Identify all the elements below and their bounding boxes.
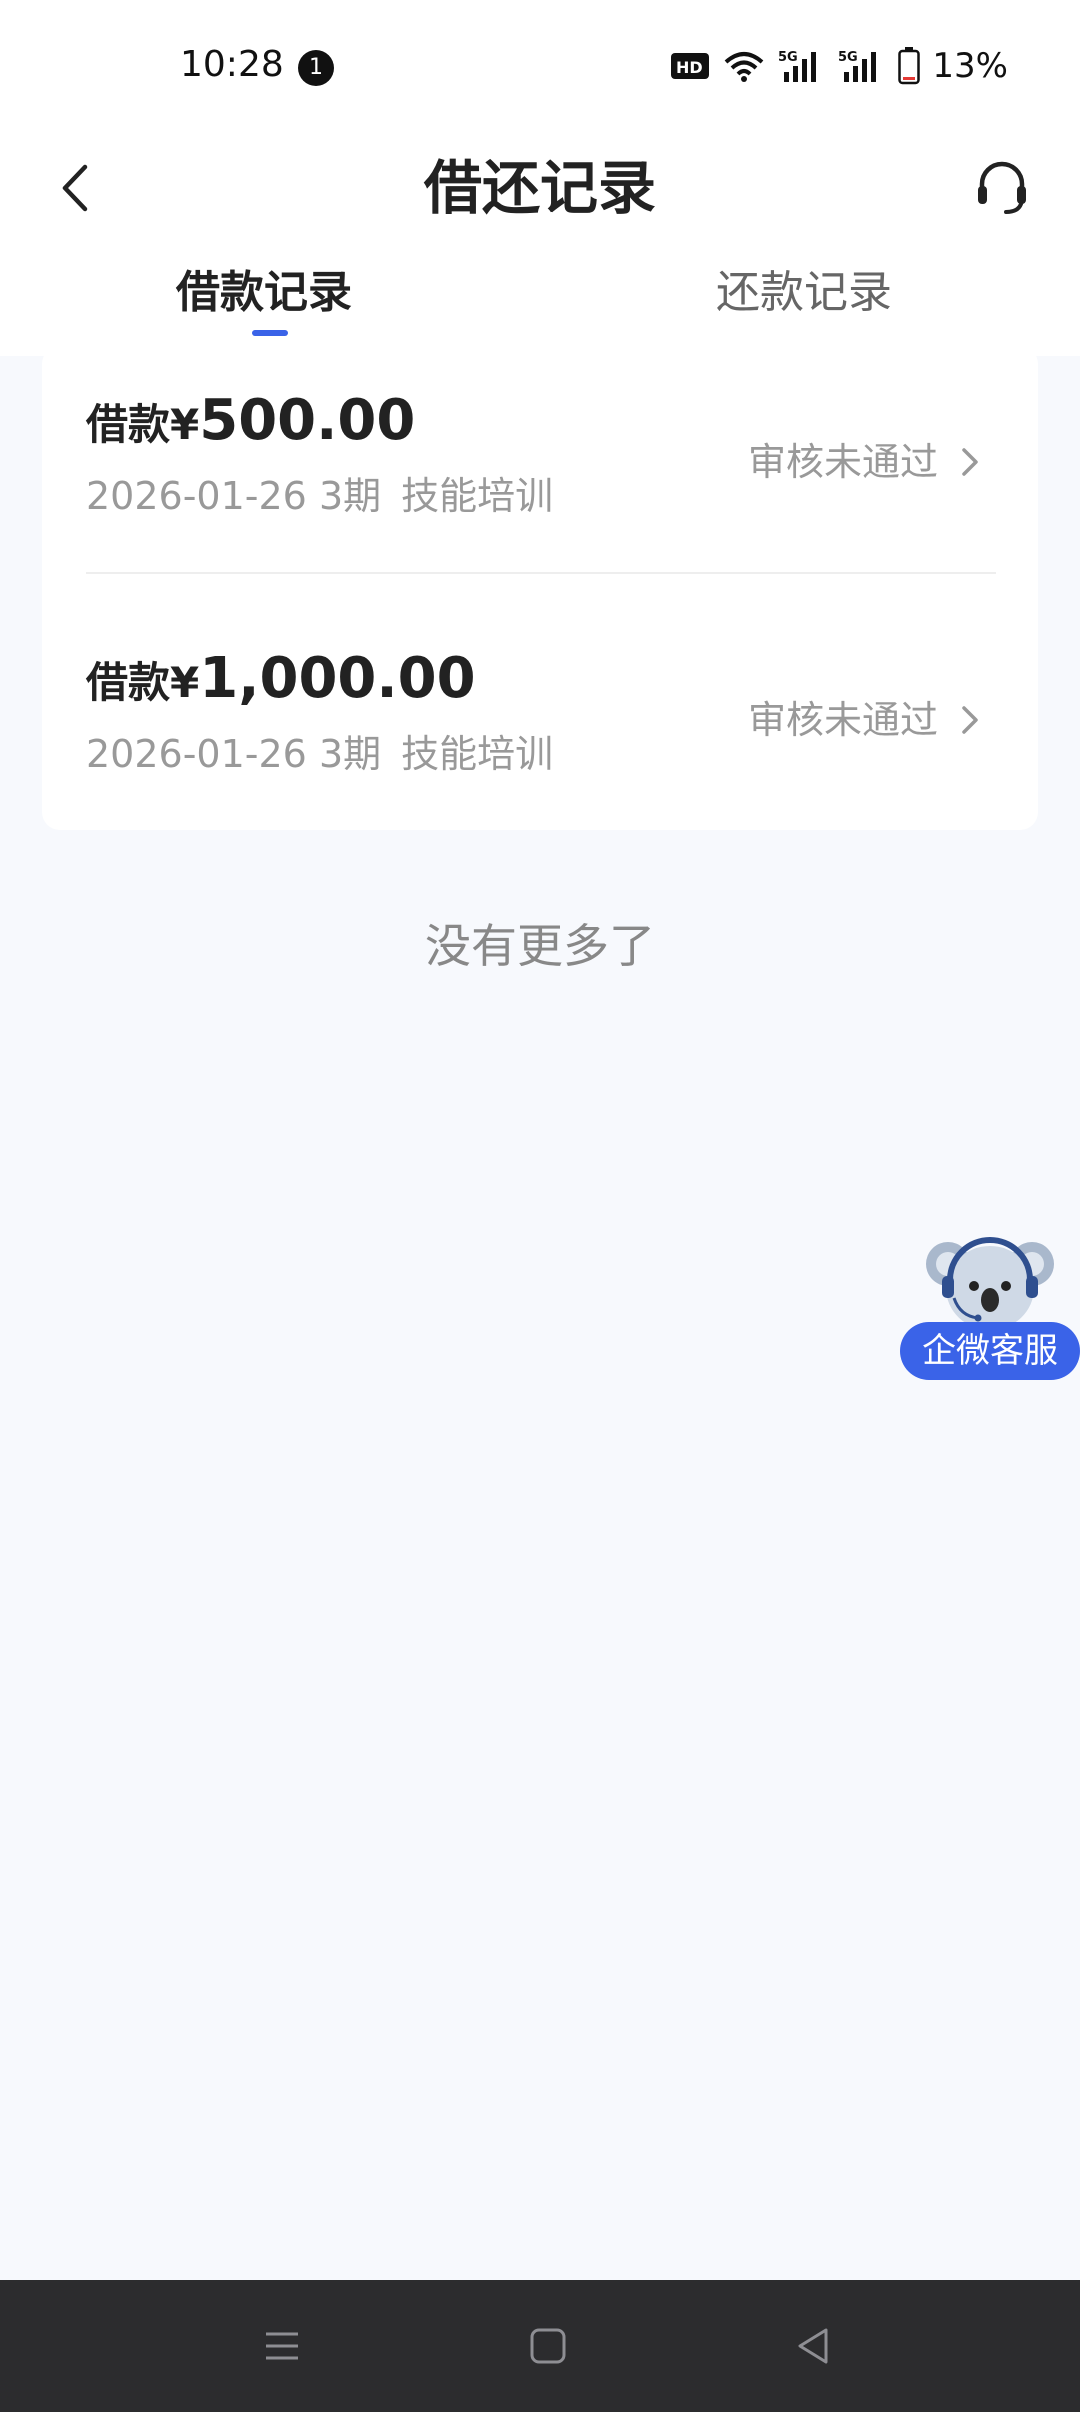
wifi-icon	[725, 52, 764, 82]
triangle-back-icon	[798, 2328, 828, 2364]
chevron-right-icon	[962, 448, 978, 476]
loan-amount: 借款¥1,000.00	[86, 644, 476, 718]
nav-recents-button[interactable]	[246, 2310, 318, 2382]
app-header: 借还记录 借款记录 还款记录	[0, 136, 1080, 356]
system-nav-bar	[0, 2280, 1080, 2412]
divider	[86, 572, 996, 574]
active-tab-indicator	[252, 330, 288, 336]
chevron-right-icon	[962, 706, 978, 734]
notification-badge: 1	[298, 50, 334, 86]
loan-purpose: 技能培训	[401, 474, 554, 518]
loan-amount: 借款¥500.00	[86, 386, 415, 460]
status-bar: 10:28 1 HD 5G 5G 13%	[0, 0, 1080, 136]
battery-level: 13%	[932, 46, 1008, 86]
status-time: 10:28	[180, 44, 284, 85]
svg-text:HD: HD	[676, 58, 703, 77]
loan-date: 2026-01-26	[86, 474, 307, 518]
page-title: 借还记录	[423, 154, 656, 222]
end-of-list-text: 没有更多了	[425, 919, 655, 973]
list-item[interactable]: 借款¥1,000.00 2026-01-26 3期 技能培训 审核未通过	[42, 604, 1038, 846]
signal-5g-icon: 5G	[838, 50, 877, 82]
record-tabs: 借款记录 还款记录	[0, 240, 1080, 356]
signal-5g-icon: 5G	[778, 50, 817, 82]
loan-term: 3期	[318, 474, 382, 518]
menu-icon	[266, 2332, 298, 2360]
hd-icon: HD	[671, 53, 710, 79]
loan-meta: 2026-01-26 3期 技能培训	[86, 724, 553, 784]
home-square-icon	[530, 2328, 566, 2364]
amount-value: 500.00	[199, 388, 416, 453]
nav-back-button[interactable]	[778, 2310, 850, 2382]
tab-borrow-records[interactable]: 借款记录	[176, 258, 352, 328]
records-card: 借款¥500.00 2026-01-26 3期 技能培训 审核未通过 借款¥1,0…	[42, 346, 1038, 830]
battery-icon	[898, 47, 921, 85]
customer-service-button[interactable]	[960, 144, 1044, 228]
status-badge: 审核未通过	[747, 698, 938, 742]
amount-prefix: 借款¥	[86, 400, 200, 449]
svg-text:5G: 5G	[778, 50, 798, 65]
amount-value: 1,000.00	[199, 646, 476, 711]
loan-term: 3期	[318, 732, 382, 776]
amount-prefix: 借款¥	[86, 658, 200, 707]
floating-support-label: 企微客服	[900, 1322, 1080, 1380]
loan-purpose: 技能培训	[401, 732, 554, 776]
tab-repay-records[interactable]: 还款记录	[716, 258, 892, 328]
status-badge: 审核未通过	[747, 440, 938, 484]
floating-support-button[interactable]: 企微客服	[900, 1230, 1080, 1380]
headset-icon	[978, 161, 1026, 214]
svg-text:5G: 5G	[838, 50, 858, 65]
status-icons: HD 5G 5G 13%	[670, 44, 1008, 88]
list-item[interactable]: 借款¥500.00 2026-01-26 3期 技能培训 审核未通过	[42, 346, 1038, 588]
loan-meta: 2026-01-26 3期 技能培训	[86, 466, 553, 526]
nav-home-button[interactable]	[512, 2310, 584, 2382]
loan-date: 2026-01-26	[86, 732, 307, 776]
